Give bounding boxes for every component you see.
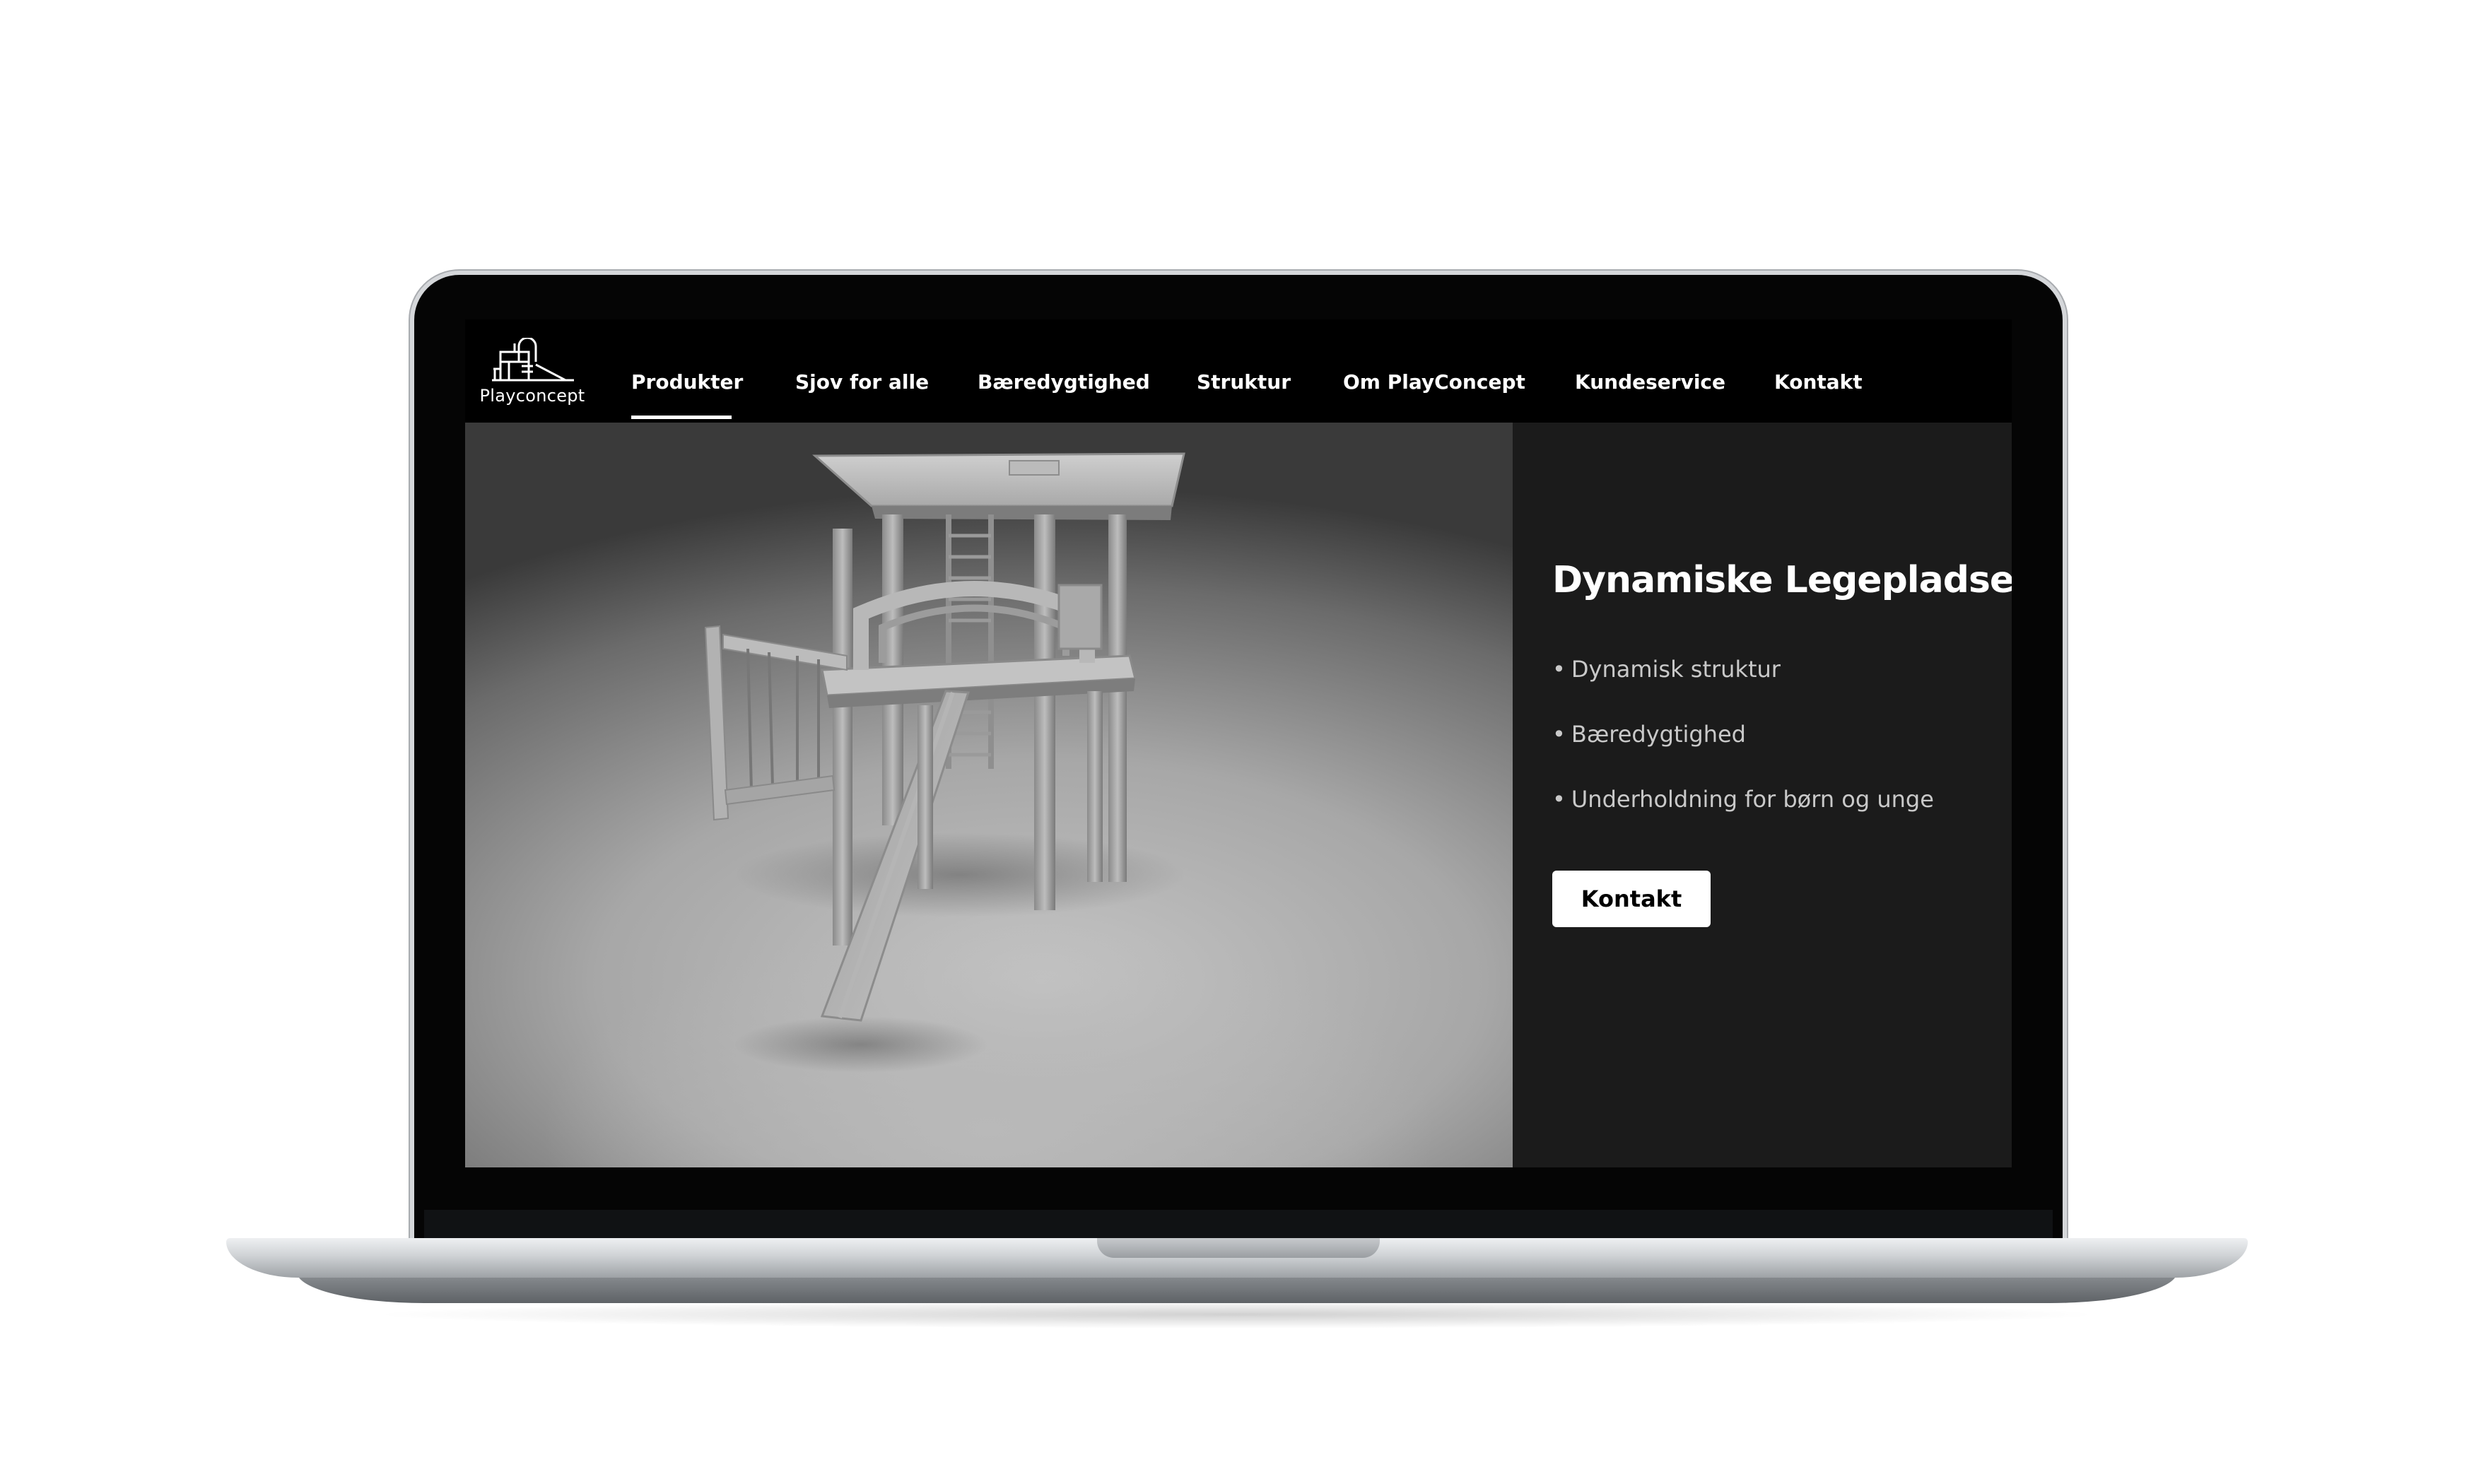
brand-name: Playconcept	[479, 386, 585, 406]
hero-title: Dynamiske Legepladser	[1552, 559, 2012, 601]
nav-item-struktur[interactable]: Struktur	[1197, 370, 1291, 394]
brand-logo[interactable]: Playconcept	[479, 338, 585, 416]
mockup-stage: Playconcept Produkter Sjov for alle Bære…	[0, 0, 2474, 1484]
feature-text: Underholdning for børn og unge	[1571, 786, 1934, 813]
feature-text: Bæredygtighed	[1571, 721, 1746, 748]
bullet-icon: •	[1552, 656, 1566, 683]
list-item: • Dynamisk struktur	[1552, 656, 1934, 721]
nav-item-sjov-for-alle[interactable]: Sjov for alle	[795, 370, 929, 394]
hero-panel: Dynamiske Legepladser • Dynamisk struktur…	[1513, 423, 2012, 1167]
bullet-icon: •	[1552, 721, 1566, 748]
laptop-shadow	[368, 1300, 2106, 1329]
nav-item-produkter[interactable]: Produkter	[631, 370, 743, 394]
contact-button[interactable]: Kontakt	[1552, 871, 1711, 927]
laptop-opening-notch	[1097, 1238, 1380, 1258]
active-nav-indicator	[631, 416, 732, 419]
hero-image-playground-tower	[465, 423, 1513, 1167]
laptop-bezel-bottom	[424, 1210, 2053, 1239]
top-navigation: Playconcept Produkter Sjov for alle Bære…	[465, 319, 2012, 423]
list-item: • Underholdning for børn og unge	[1552, 786, 1934, 851]
bullet-icon: •	[1552, 786, 1566, 813]
nav-item-kundeservice[interactable]: Kundeservice	[1575, 370, 1725, 394]
playground-tower-illustration	[704, 452, 1186, 1073]
feature-text: Dynamisk struktur	[1571, 656, 1781, 683]
laptop-screen: Playconcept Produkter Sjov for alle Bære…	[465, 319, 2012, 1167]
nav-item-baeredygtighed[interactable]: Bæredygtighed	[978, 370, 1150, 394]
nav-item-kontakt[interactable]: Kontakt	[1774, 370, 1863, 394]
nav-item-om-playconcept[interactable]: Om PlayConcept	[1343, 370, 1525, 394]
feature-list: • Dynamisk struktur • Bæredygtighed • Under…	[1552, 656, 1934, 851]
playground-logo-icon	[492, 338, 574, 382]
list-item: • Bæredygtighed	[1552, 721, 1934, 786]
